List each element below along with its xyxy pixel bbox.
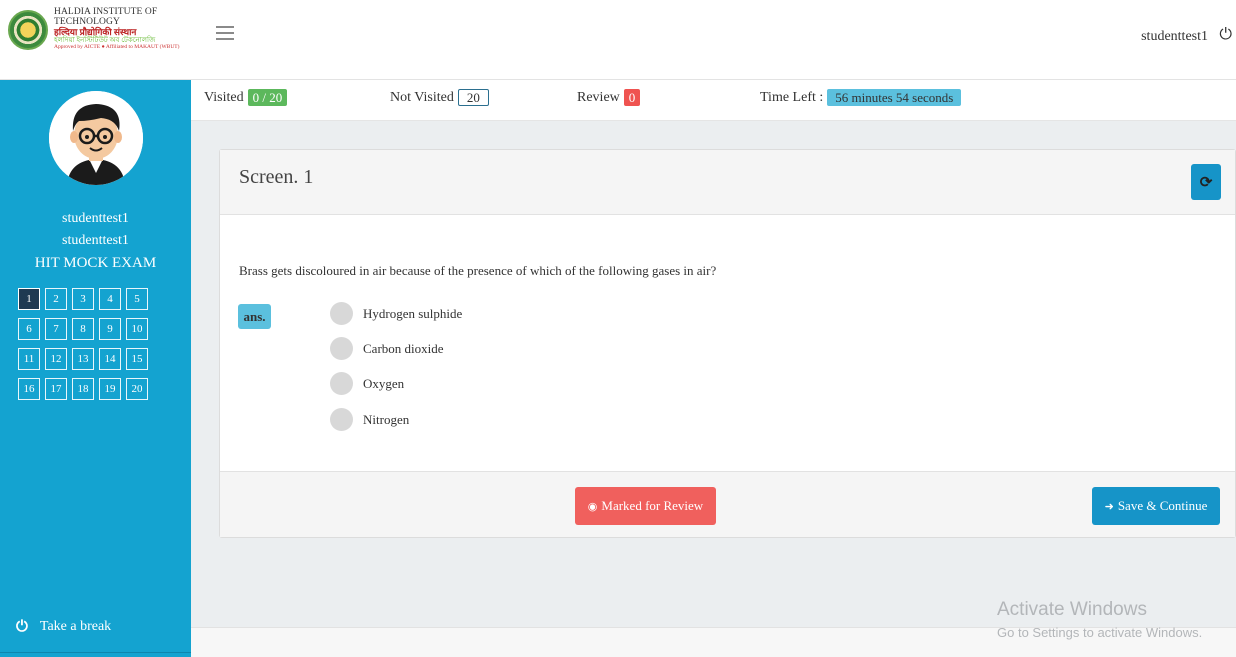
exam-name: HIT MOCK EXAM — [34, 255, 157, 271]
radio-button[interactable] — [330, 408, 353, 431]
option-hydrogen-sulphide[interactable]: Hydrogen sulphide — [330, 302, 462, 325]
institute-seal-icon — [8, 10, 48, 50]
radio-button[interactable] — [330, 302, 353, 325]
time-left-badge: 56 minutes 54 seconds — [827, 89, 962, 106]
visited-badge: 0 / 20 — [247, 89, 288, 106]
question-number-button[interactable]: 2 — [45, 288, 67, 310]
question-text: Brass gets discoloured in air because of… — [239, 263, 717, 278]
option-label: Oxygen — [363, 375, 405, 391]
option-nitrogen[interactable]: Nitrogen — [330, 408, 409, 431]
question-number-button[interactable]: 4 — [99, 288, 121, 310]
review-button-label: Marked for Review — [601, 498, 704, 513]
divider — [0, 652, 191, 653]
sidebar: studenttest1 studenttest1 HIT MOCK EXAM … — [0, 80, 191, 657]
student-name: studenttest1 — [62, 211, 129, 226]
logo-line4: Approved by AICTE ● Affiliated to MAKAUT… — [54, 43, 180, 50]
windows-watermark-title: Activate Windows — [997, 599, 1147, 620]
question-number-button[interactable]: 10 — [126, 318, 148, 340]
visited-status: Visited 0 / 20 — [204, 89, 288, 106]
header-username[interactable]: studenttest1 — [1141, 29, 1208, 45]
question-number-button[interactable]: 11 — [18, 348, 40, 370]
review-label: Review — [577, 89, 620, 105]
option-label: Hydrogen sulphide — [363, 305, 463, 321]
question-number-button[interactable]: 6 — [18, 318, 40, 340]
panel-footer: ◉ Marked for Review ➜ Save & Continue — [220, 471, 1235, 537]
institute-logo: HALDIA INSTITUTE OF TECHNOLOGY हल्दिया प… — [8, 7, 194, 68]
visited-label: Visited — [204, 89, 244, 105]
refresh-button[interactable]: ⟳ — [1191, 164, 1221, 200]
mark-for-review-button[interactable]: ◉ Marked for Review — [575, 487, 716, 525]
radio-button[interactable] — [330, 372, 353, 395]
take-break-label: Take a break — [39, 619, 112, 634]
question-number-button[interactable]: 19 — [99, 378, 121, 400]
question-number-button[interactable]: 3 — [72, 288, 94, 310]
question-number-button[interactable]: 8 — [72, 318, 94, 340]
option-label: Carbon dioxide — [363, 340, 444, 356]
question-number-button[interactable]: 1 — [18, 288, 40, 310]
option-carbon-dioxide[interactable]: Carbon dioxide — [330, 337, 444, 360]
take-break-button[interactable]: ⏻ Take a break — [16, 618, 111, 636]
question-number-button[interactable]: 17 — [45, 378, 67, 400]
top-header: HALDIA INSTITUTE OF TECHNOLOGY हल्दिया प… — [0, 0, 1236, 80]
review-status: Review 0 — [577, 89, 641, 106]
logo-line1: HALDIA INSTITUTE OF TECHNOLOGY — [54, 7, 158, 27]
question-number-button[interactable]: 18 — [72, 378, 94, 400]
windows-watermark-subtitle: Go to Settings to activate Windows. — [997, 625, 1203, 640]
question-number-button[interactable]: 9 — [99, 318, 121, 340]
page-title: Screen. 1 — [239, 166, 314, 188]
question-panel: Screen. 1 ⟳ Brass gets discoloured in ai… — [219, 149, 1236, 538]
question-number-button[interactable]: 7 — [45, 318, 67, 340]
review-badge: 0 — [623, 89, 641, 106]
not-visited-label: Not Visited — [390, 89, 454, 105]
student-id: studenttest1 — [62, 233, 129, 248]
question-number-button[interactable]: 16 — [18, 378, 40, 400]
time-left-status: Time Left : 56 minutes 54 seconds — [760, 89, 962, 106]
eye-icon: ◉ — [587, 500, 598, 513]
option-label: Nitrogen — [363, 411, 410, 427]
main-content: Screen. 1 ⟳ Brass gets discoloured in ai… — [191, 121, 1236, 627]
status-bar: Visited 0 / 20 Not Visited 20 Review 0 T… — [191, 80, 1236, 121]
option-oxygen[interactable]: Oxygen — [330, 372, 404, 395]
ans-label: ans. — [238, 304, 271, 329]
not-visited-badge: 20 — [457, 89, 489, 106]
question-number-button[interactable]: 20 — [126, 378, 148, 400]
save-continue-button[interactable]: ➜ Save & Continue — [1092, 487, 1220, 525]
question-number-button[interactable]: 13 — [72, 348, 94, 370]
avatar — [49, 91, 143, 185]
power-icon: ⏻ — [16, 619, 28, 635]
question-number-button[interactable]: 15 — [126, 348, 148, 370]
refresh-icon: ⟳ — [1199, 174, 1213, 191]
question-number-button[interactable]: 12 — [45, 348, 67, 370]
menu-toggle-icon[interactable] — [216, 26, 234, 40]
question-number-button[interactable]: 14 — [99, 348, 121, 370]
question-number-button[interactable]: 5 — [126, 288, 148, 310]
time-left-label: Time Left : — [760, 89, 824, 105]
arrow-circle-right-icon: ➜ — [1104, 500, 1114, 513]
question-palette: 1 2 3 4 5 6 7 8 9 10 11 12 13 14 15 16 17 18 19 20 — [18, 288, 148, 400]
power-icon[interactable]: ⏻ — [1219, 26, 1232, 44]
radio-button[interactable] — [330, 337, 353, 360]
panel-header: Screen. 1 ⟳ — [220, 150, 1235, 215]
save-button-label: Save & Continue — [1117, 498, 1208, 513]
not-visited-status: Not Visited 20 — [390, 89, 489, 106]
